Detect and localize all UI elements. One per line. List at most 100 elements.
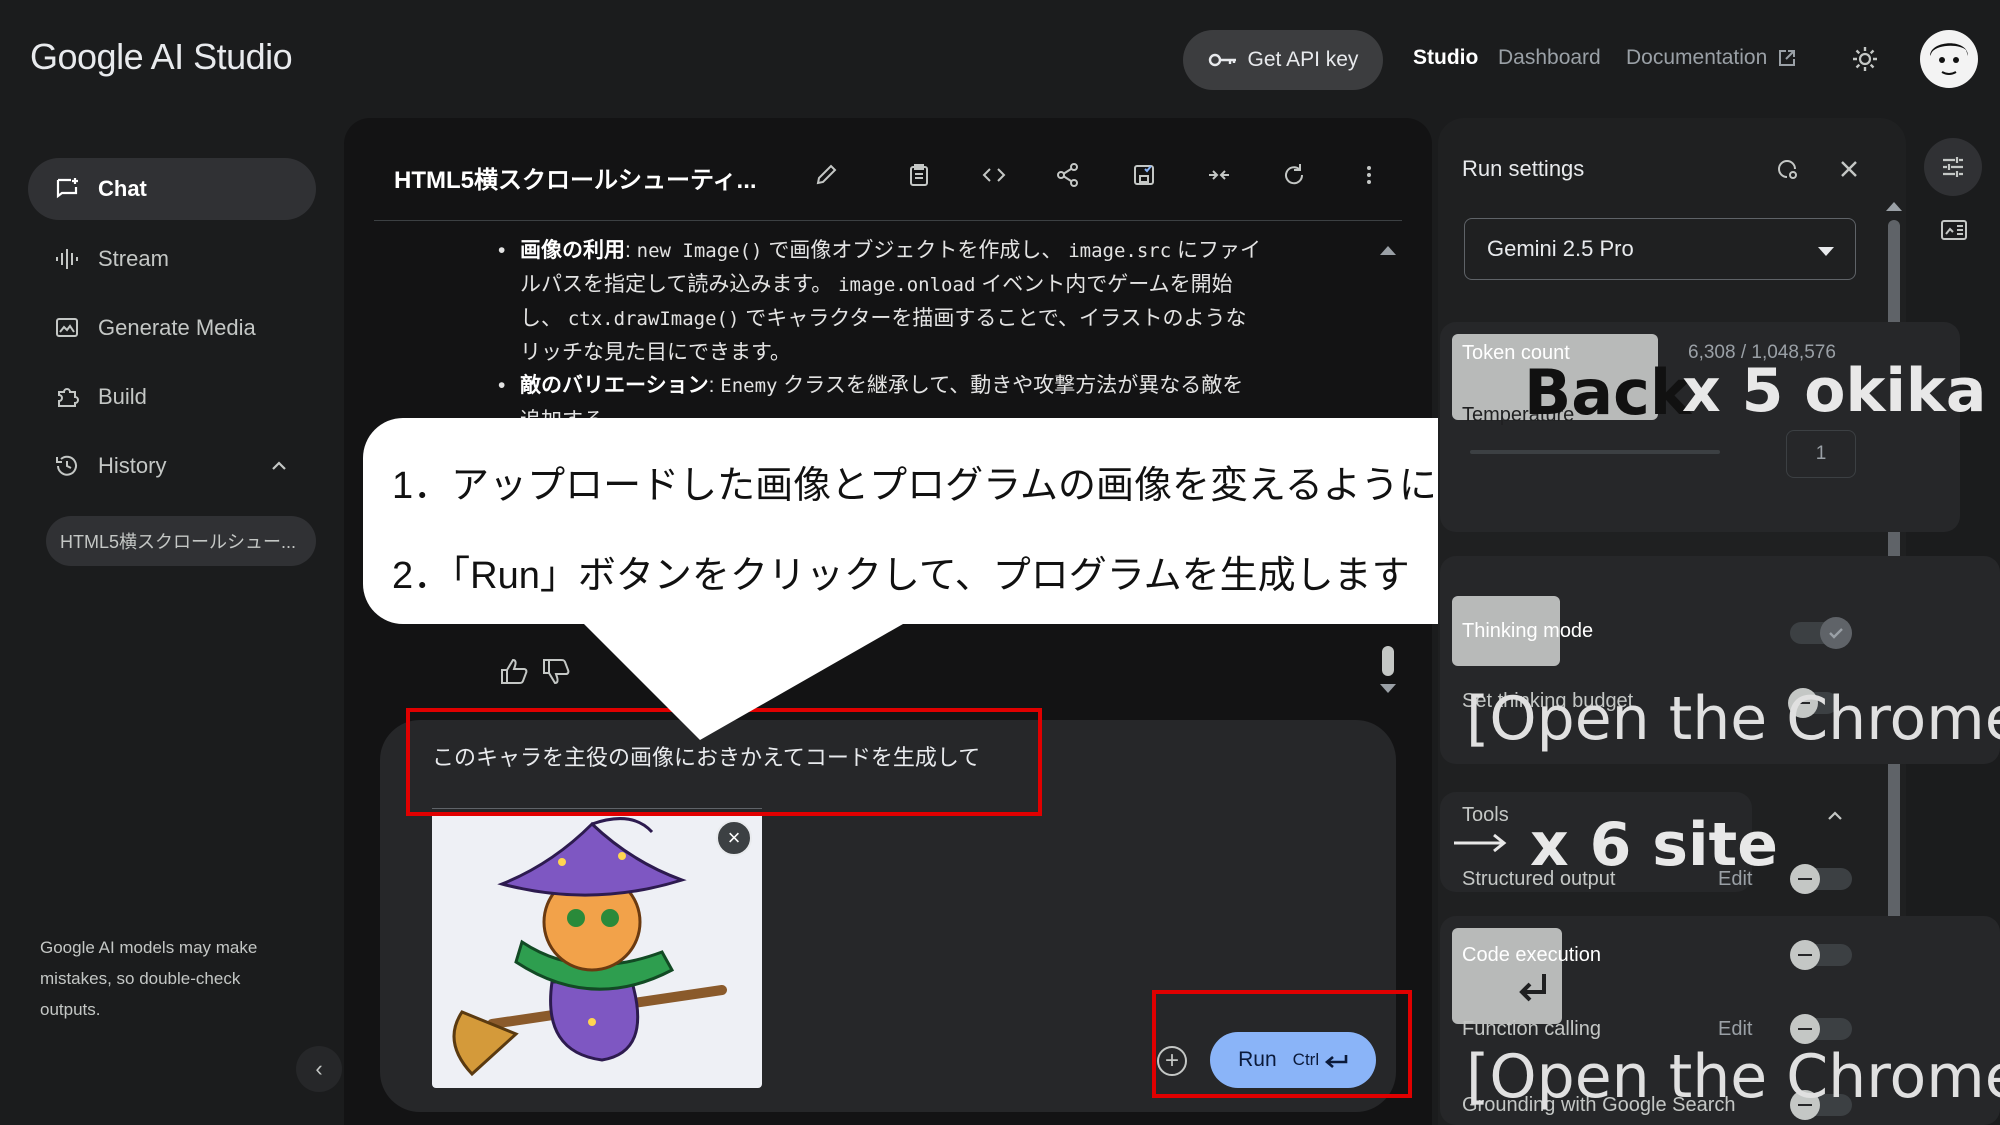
reset-settings-icon <box>1778 160 1797 179</box>
highlight-run-box <box>1152 990 1412 1098</box>
sidebar-item-label: Chat <box>98 176 147 201</box>
media-gallery-icon[interactable] <box>1940 218 1968 242</box>
bullet-text: : <box>708 374 721 397</box>
bullet-dot: • <box>498 239 506 262</box>
get-code-button[interactable] <box>977 158 1011 192</box>
bullet-line: し、 ctx.drawImage() でキャラクターを描画することで、イラストの… <box>520 302 1290 336</box>
tune-icon <box>1943 157 1963 177</box>
sidebar-item-history[interactable]: History <box>28 435 316 497</box>
bullet-line: リッチな見た目にできます。 <box>520 336 1290 369</box>
temperature-slider[interactable] <box>1470 450 1720 454</box>
key-icon <box>1208 53 1236 67</box>
sidebar-item-build[interactable]: Build <box>28 366 316 428</box>
remove-image-button[interactable]: × <box>716 820 752 856</box>
gear-icon[interactable] <box>1850 44 1880 74</box>
toggle-off-knob <box>1790 864 1820 894</box>
compare-icon <box>1209 170 1229 180</box>
close-icon <box>1841 161 1857 177</box>
close-icon: × <box>727 825 741 850</box>
build-icon <box>58 388 79 407</box>
reset-button[interactable] <box>1277 158 1311 192</box>
refresh-icon <box>1285 164 1304 185</box>
bullet-text: でキャラクターを描画することで、イラストのような <box>739 307 1247 330</box>
media-icon <box>56 318 78 337</box>
stream-icon <box>56 249 78 269</box>
chevron-up-icon[interactable] <box>270 457 288 475</box>
toggle-check-knob <box>1820 617 1852 649</box>
share-icon <box>1057 163 1078 187</box>
more-options-button[interactable] <box>1352 158 1386 192</box>
tools-label: Tools <box>1462 804 1509 826</box>
chevron-up-icon[interactable] <box>1825 806 1845 826</box>
nav-dashboard[interactable]: Dashboard <box>1498 46 1601 70</box>
history-item[interactable]: HTML5横スクロールシュー... <box>46 516 316 566</box>
bullet-text: : <box>625 239 637 262</box>
bullet-dot: • <box>498 374 506 397</box>
save-icon <box>1134 165 1154 185</box>
header-divider <box>374 220 1402 221</box>
collapse-sidebar-button[interactable]: ‹ <box>296 1046 342 1092</box>
nav-documentation[interactable]: Documentation <box>1626 46 1797 70</box>
get-api-key-button[interactable]: Get API key <box>1183 30 1383 90</box>
chat-icon <box>56 178 78 199</box>
sidebar-item-label: Build <box>98 384 147 409</box>
bullet-text: ルパスを指定して読み込みます。 <box>520 273 839 296</box>
share-button[interactable] <box>1051 158 1085 192</box>
thumbs-down-icon[interactable] <box>540 656 572 688</box>
run-settings-title: Run settings <box>1462 156 1585 181</box>
bullet-heading: 敵のバリエーション <box>520 374 709 397</box>
callout-tail <box>580 620 910 740</box>
sidebar-item-stream[interactable]: Stream <box>28 228 316 290</box>
nav-documentation-label: Documentation <box>1626 46 1768 69</box>
bullet-text: クラスを継承して、動きや攻撃方法が異なる敵を <box>777 374 1244 397</box>
code-execution-label: Code execution <box>1462 944 1601 966</box>
model-selector[interactable]: Gemini 2.5 Pro <box>1464 218 1856 280</box>
witch-cat-illustration <box>452 817 727 1077</box>
close-settings-button[interactable] <box>1834 154 1864 184</box>
sidebar-item-chat[interactable]: Chat <box>28 158 316 220</box>
sidebar-item-label: Stream <box>98 246 169 271</box>
callout-line-2: 2．「Run」ボタンをクリックして、プログラムを生成します <box>392 555 1410 597</box>
temperature-input[interactable]: 1 <box>1786 430 1856 478</box>
reset-settings-button[interactable] <box>1772 154 1802 184</box>
thumbs-up-icon[interactable] <box>498 656 530 688</box>
bullet-text: イベント内でゲームを開始 <box>975 273 1233 296</box>
settings-scroll-up[interactable] <box>1886 202 1902 211</box>
edit-title-button[interactable] <box>809 158 843 192</box>
history-icon <box>56 455 77 476</box>
enter-key-icon <box>1519 974 1546 1002</box>
function-calling-edit[interactable]: Edit <box>1718 1018 1752 1041</box>
overlay-back-text: Back <box>1524 356 1692 429</box>
app-logo[interactable]: Google AI Studio <box>30 36 293 78</box>
toggle-off-knob <box>1790 940 1820 970</box>
save-button[interactable] <box>1127 158 1161 192</box>
clipboard-button[interactable] <box>902 158 936 192</box>
clipboard-icon <box>910 164 928 186</box>
get-api-key-label: Get API key <box>1247 48 1359 71</box>
check-icon <box>1829 628 1843 639</box>
scroll-down-arrow[interactable] <box>1380 684 1396 693</box>
bullet-heading: 画像の利用 <box>520 239 625 262</box>
pencil-icon <box>816 164 837 185</box>
bullet-line: 画像の利用: new Image() で画像オブジェクトを作成し、 image.… <box>520 234 1290 268</box>
inline-code: image.src <box>1068 240 1172 262</box>
bullet-text: で画像オブジェクトを作成し、 <box>762 239 1069 262</box>
callout-line-1: 1．アップロードした画像とプログラムの画像を変えるように伝えます <box>392 465 1589 507</box>
sidebar-item-label: History <box>98 453 167 478</box>
compare-button[interactable] <box>1202 158 1236 192</box>
sidebar-item-generate-media[interactable]: Generate Media <box>28 297 316 359</box>
nav-studio[interactable]: Studio <box>1413 46 1478 70</box>
overlay-x5-text: x 5 okika <box>1682 356 1987 426</box>
inline-code: Enemy <box>720 375 778 397</box>
temperature-value: 1 <box>1815 443 1827 464</box>
uploaded-image[interactable] <box>432 812 762 1088</box>
toggle-run-settings-button[interactable] <box>1924 138 1982 196</box>
response-bullet-enemy: • 敵のバリエーション: Enemy クラスを継承して、動きや攻撃方法が異なる敵… <box>498 369 1290 403</box>
overlay-chrome-text-2: [Open the Chrome <box>1466 1042 2000 1112</box>
code-icon <box>982 168 1006 182</box>
toggle-off-knob <box>1790 1014 1820 1044</box>
disclaimer-text: Google AI models may make mistakes, so d… <box>40 938 258 1019</box>
scroll-up-arrow[interactable] <box>1380 246 1396 255</box>
avatar[interactable] <box>1920 30 1978 88</box>
chat-scrollbar[interactable] <box>1382 646 1394 676</box>
